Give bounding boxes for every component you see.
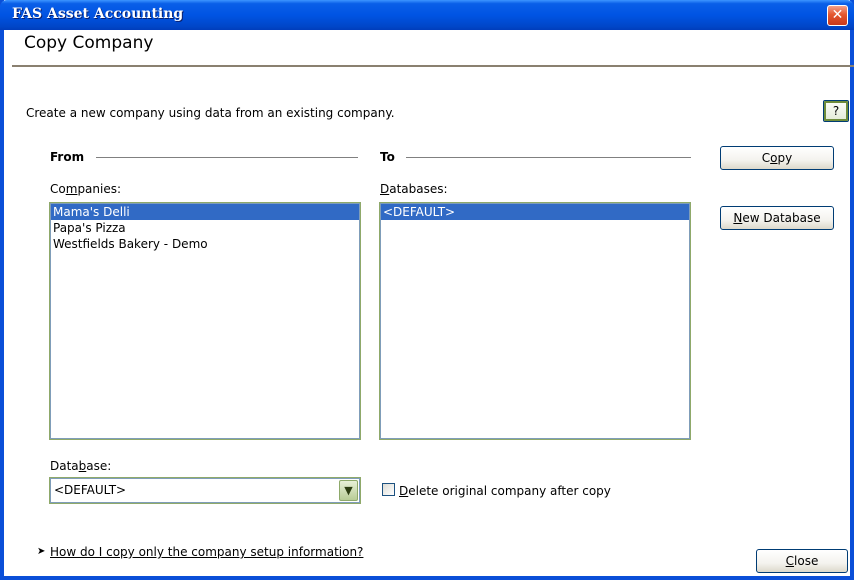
- to-divider: [406, 157, 691, 158]
- database-label: Database:: [50, 459, 112, 473]
- copy-company-window: FAS Asset Accounting ✕ Copy Company Crea…: [0, 0, 854, 580]
- databases-label: Databases:: [380, 182, 448, 196]
- arrow-right-icon: ➤: [37, 546, 46, 557]
- help-link[interactable]: How do I copy only the company setup inf…: [50, 545, 363, 559]
- close-window-button[interactable]: ✕: [827, 5, 848, 26]
- database-select[interactable]: <DEFAULT> ▼: [49, 477, 361, 504]
- list-item[interactable]: Papa's Pizza: [51, 220, 359, 236]
- header-divider: [12, 65, 854, 67]
- list-item[interactable]: <DEFAULT>: [381, 204, 689, 220]
- copy-button[interactable]: Copy: [720, 146, 834, 170]
- to-heading: To: [380, 150, 395, 164]
- database-select-value: <DEFAULT>: [54, 483, 127, 497]
- list-item[interactable]: Westfields Bakery - Demo: [51, 236, 359, 252]
- help-button[interactable]: ?: [823, 100, 849, 122]
- from-heading: From: [50, 150, 85, 164]
- from-divider: [96, 157, 358, 158]
- delete-original-label[interactable]: Delete original company after copy: [399, 484, 611, 498]
- page-title: Copy Company: [24, 33, 154, 53]
- new-database-button[interactable]: New Database: [720, 206, 834, 230]
- delete-original-checkbox[interactable]: [382, 483, 395, 496]
- title-bar[interactable]: FAS Asset Accounting ✕: [0, 0, 854, 30]
- databases-list[interactable]: <DEFAULT>: [379, 202, 691, 440]
- window-title: FAS Asset Accounting: [12, 6, 184, 22]
- page-description: Create a new company using data from an …: [26, 106, 395, 120]
- close-button[interactable]: Close: [756, 549, 848, 573]
- companies-list[interactable]: Mama's Delli Papa's Pizza Westfields Bak…: [49, 202, 361, 440]
- chevron-down-icon[interactable]: ▼: [339, 480, 358, 501]
- list-item[interactable]: Mama's Delli: [51, 204, 359, 220]
- companies-label: Companies:: [50, 182, 122, 196]
